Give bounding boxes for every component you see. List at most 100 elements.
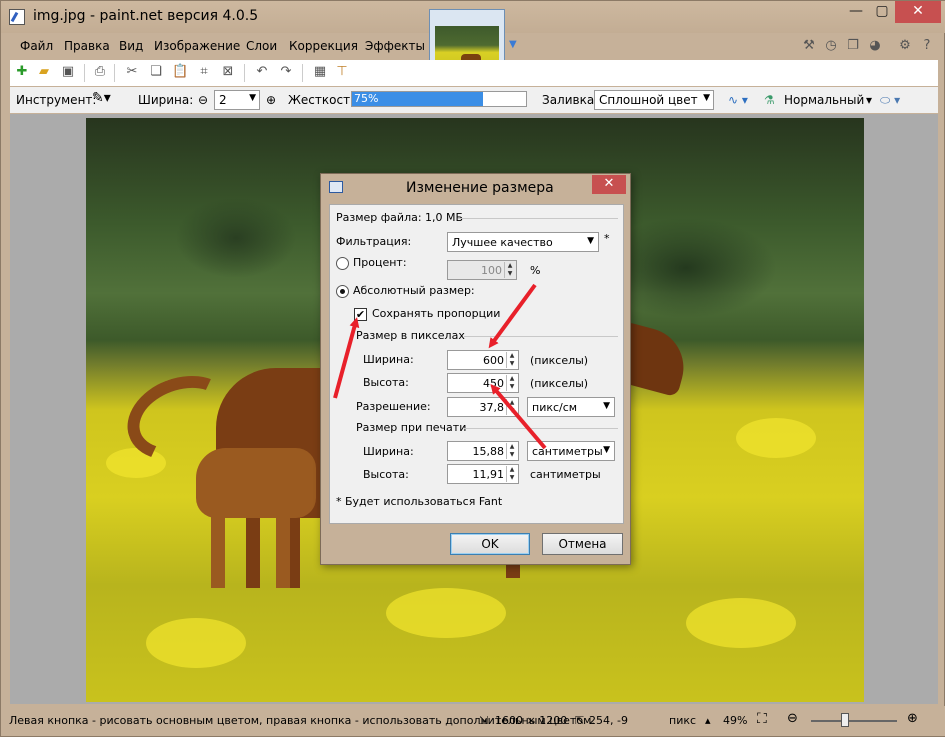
resolution-value: 37,8 [479, 401, 505, 414]
chevron-down-icon: ▼ [603, 445, 610, 455]
dialog-title: Изменение размера [406, 180, 554, 196]
menu-bar: Файл Правка Вид Изображение Слои Коррекц… [10, 34, 938, 58]
width-increase-icon[interactable]: ⊕ [266, 93, 276, 107]
ok-button[interactable]: OK [450, 533, 530, 555]
layers-icon[interactable]: ❐ [845, 38, 861, 54]
separator [464, 428, 618, 429]
height-input[interactable]: 450 ▲ ▼ [447, 373, 519, 393]
zoom-value[interactable]: 49% [723, 714, 747, 727]
fant-note: * Будет использоваться Fant [336, 495, 503, 508]
menu-adjustments[interactable]: Коррекция [289, 39, 358, 53]
flowers [686, 598, 796, 648]
image-size: 1600 × 1200 [495, 714, 568, 727]
width-decrease-icon[interactable]: ⊖ [198, 93, 208, 107]
print-icon[interactable]: ⎙ [92, 64, 108, 80]
zoom-slider[interactable] [811, 720, 897, 722]
open-icon[interactable]: ▰ [36, 64, 52, 80]
copy-icon[interactable]: ❏ [148, 64, 164, 80]
chevron-down-icon: ▼ [603, 401, 610, 411]
file-size-label: Размер файла: 1,0 МБ [336, 211, 464, 224]
units-dropdown-icon[interactable]: ▴ [705, 714, 711, 727]
print-width-label: Ширина: [363, 445, 414, 458]
menu-view[interactable]: Вид [119, 39, 143, 53]
deselect-icon[interactable]: ⊠ [220, 64, 236, 80]
new-icon[interactable]: ✚ [14, 64, 30, 80]
close-button[interactable]: ✕ [895, 1, 941, 23]
percent-unit: % [530, 264, 541, 277]
print-height-value: 11,91 [472, 468, 505, 481]
width-value: 600 [483, 354, 504, 367]
history-icon[interactable]: ◷ [823, 38, 839, 54]
percent-input[interactable]: 100 ▲ ▼ [447, 260, 517, 280]
print-width-input[interactable]: 15,88 ▲ ▼ [447, 441, 519, 461]
blend-dropdown-icon[interactable]: ▾ [866, 93, 872, 107]
brush-tool-icon[interactable]: ✎▾ [92, 90, 111, 106]
tools-icon[interactable]: ⚒ [801, 38, 817, 54]
toolbar-separator [114, 64, 115, 82]
image-size-icon: ⇲ [479, 714, 489, 727]
menu-edit[interactable]: Правка [64, 39, 110, 53]
minimize-button[interactable]: — [843, 1, 869, 23]
zoom-fit-icon[interactable]: ⛶ [757, 711, 767, 727]
cursor-position-icon: ⇱ [575, 714, 585, 727]
crop-icon[interactable]: ⌗ [196, 64, 212, 80]
flowers [146, 618, 246, 668]
paste-icon[interactable]: 📋 [172, 64, 188, 80]
print-unit-select[interactable]: сантиметры ▼ [527, 441, 615, 461]
zoom-in-icon[interactable]: ⊕ [907, 711, 918, 726]
menu-effects[interactable]: Эффекты [365, 39, 425, 53]
brush-width-combo[interactable]: 2 ▼ [214, 90, 260, 110]
spinner-icon[interactable]: ▲ ▼ [506, 352, 517, 368]
units-value: пикс [669, 714, 697, 727]
blend-mode-icon[interactable]: ⚗ [764, 93, 775, 107]
print-height-unit: сантиметры [530, 468, 601, 481]
filter-value: Лучшее качество [452, 236, 553, 249]
redo-icon[interactable]: ↷ [278, 64, 294, 80]
dialog-close-button[interactable]: ✕ [592, 175, 626, 194]
fill-mode-value: Сплошной цвет [599, 93, 698, 107]
blend-mode-value[interactable]: Нормальный [784, 93, 864, 107]
maximize-button[interactable]: ▢ [869, 1, 895, 23]
save-icon[interactable]: ▣ [60, 64, 76, 80]
resolution-unit-select[interactable]: пикс/см ▼ [527, 397, 615, 417]
antialiasing-icon[interactable]: ∿ ▾ [728, 93, 748, 107]
help-icon[interactable]: ? [919, 38, 935, 54]
resolution-input[interactable]: 37,8 ▲ ▼ [447, 397, 519, 417]
grid-icon[interactable]: ▦ [312, 64, 328, 80]
hardness-slider[interactable]: 75% [351, 91, 527, 107]
colors-icon[interactable]: ◕ [867, 38, 883, 54]
menu-image[interactable]: Изображение [154, 39, 240, 53]
undo-icon[interactable]: ↶ [254, 64, 270, 80]
flowers [736, 418, 816, 458]
cut-icon[interactable]: ✂ [124, 64, 140, 80]
spinner-icon[interactable]: ▲ ▼ [506, 443, 517, 459]
resize-dialog: Изменение размера ✕ Размер файла: 1,0 МБ… [320, 173, 631, 565]
spinner-icon[interactable]: ▲ ▼ [504, 262, 515, 278]
spinner-icon[interactable]: ▲ ▼ [506, 375, 517, 391]
ruler-icon[interactable]: ⊤ [334, 64, 350, 80]
toolbar-separator [84, 64, 85, 82]
selection-mode-icon[interactable]: ⬭ ▾ [880, 93, 900, 108]
print-height-input[interactable]: 11,91 ▲ ▼ [447, 464, 519, 484]
spinner-icon[interactable]: ▲ ▼ [506, 466, 517, 482]
width-input[interactable]: 600 ▲ ▼ [447, 350, 519, 370]
print-size-group-label: Размер при печати [356, 421, 467, 434]
menu-file[interactable]: Файл [20, 39, 53, 53]
resize-icon [329, 181, 343, 193]
chevron-down-icon: ▼ [703, 93, 710, 103]
settings-icon[interactable]: ⚙ [897, 38, 913, 54]
chevron-down-icon: ▼ [249, 93, 256, 103]
percent-radio[interactable] [336, 257, 349, 270]
width-label: Ширина: [363, 353, 414, 366]
height-label: Высота: [363, 376, 409, 389]
absolute-size-radio[interactable] [336, 285, 349, 298]
hardness-fill: 75% [352, 92, 483, 106]
zoom-out-icon[interactable]: ⊖ [787, 711, 798, 726]
spinner-icon[interactable]: ▲ ▼ [506, 399, 517, 415]
zoom-slider-thumb[interactable] [841, 713, 849, 727]
filter-select[interactable]: Лучшее качество ▼ [447, 232, 599, 252]
cancel-button[interactable]: Отмена [542, 533, 623, 555]
menu-layers[interactable]: Слои [246, 39, 277, 53]
keep-ratio-checkbox[interactable]: ✔ [354, 308, 367, 321]
fill-mode-combo[interactable]: Сплошной цвет ▼ [594, 90, 714, 110]
